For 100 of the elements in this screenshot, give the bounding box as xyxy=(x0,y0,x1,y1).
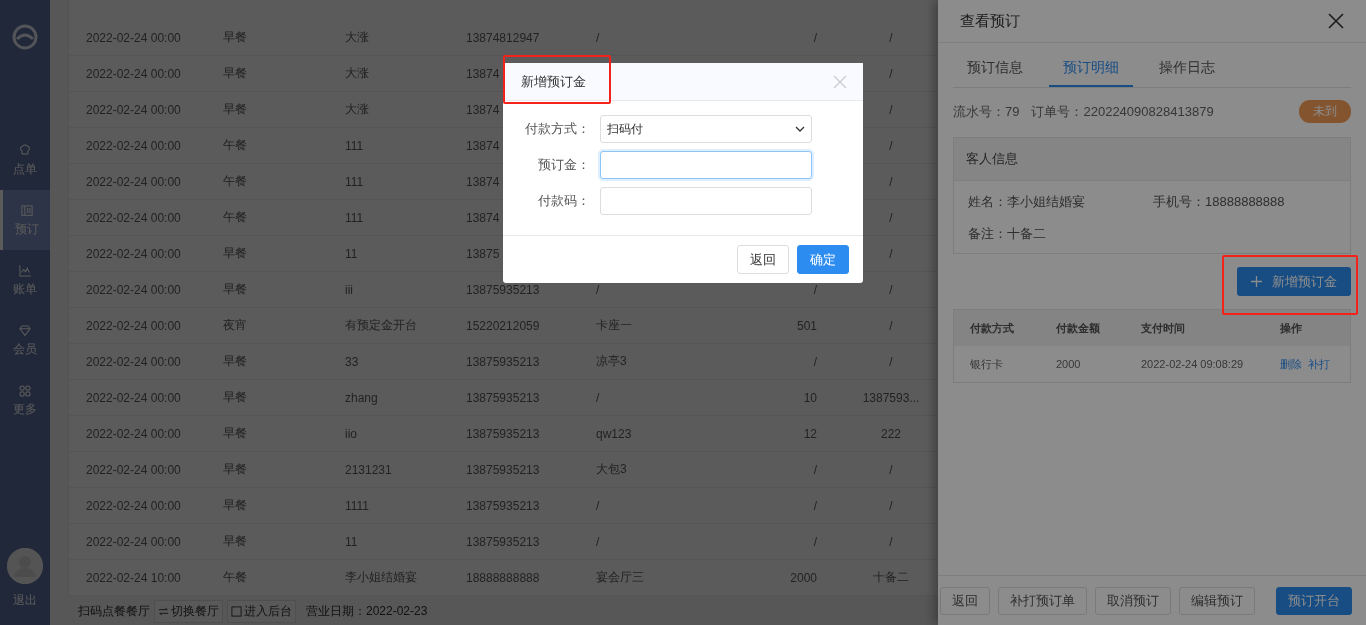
table-cell-text: 2022-02-24 00:00 xyxy=(85,174,182,189)
guest-phone: 手机号：18888888888 xyxy=(1153,193,1286,211)
plus-icon xyxy=(1251,276,1262,287)
table-cell-text: 13875935213 xyxy=(465,534,541,549)
tab[interactable]: 预订明细 xyxy=(1049,59,1133,87)
table-cell-text: 11 xyxy=(344,534,359,549)
table-cell-text: / xyxy=(812,534,818,549)
table-cell-text: 33 xyxy=(344,354,360,369)
table-cell-text: 2022-02-24 09:08:29 xyxy=(1141,358,1245,370)
add-deposit-button[interactable]: 新增预订金 xyxy=(1237,267,1351,296)
table-cell: / xyxy=(889,498,893,513)
field-label: 付款码： xyxy=(537,192,591,210)
book-icon xyxy=(18,202,35,219)
tab[interactable]: 预订信息 xyxy=(953,59,1037,87)
table-cell-text: 18888888888 xyxy=(465,570,541,585)
table-cell-text: / xyxy=(812,282,818,297)
table-cell-text: 2000 xyxy=(1056,358,1082,370)
column-header: 付款金额 xyxy=(1056,320,1101,336)
table-cell-text: 13874 xyxy=(465,102,501,117)
tab[interactable]: 操作日志 xyxy=(1145,59,1229,87)
column-header: 支付时间 xyxy=(1141,320,1186,336)
table-cell-text: 13874 xyxy=(465,210,501,225)
table-cell-text: 501 xyxy=(795,318,818,333)
avatar-icon[interactable] xyxy=(7,548,43,584)
table-cell-text: / xyxy=(812,354,818,369)
table-cell-text: 13874 xyxy=(465,174,501,189)
table-cell-text: / xyxy=(595,30,601,45)
admin-button[interactable]: 进入后台 xyxy=(227,600,296,623)
status-badge: 未到 xyxy=(1299,100,1351,123)
restaurant-name: 扫码点餐餐厅 xyxy=(78,603,150,620)
dialog-button[interactable]: 确定 xyxy=(797,245,849,274)
column-header: 操作 xyxy=(1280,320,1303,336)
table-cell-text: / xyxy=(595,390,601,405)
footer-button[interactable]: 编辑预订 xyxy=(1179,586,1255,615)
table-cell-text: 2022-02-24 00:00 xyxy=(85,30,182,45)
table-cell: / xyxy=(889,534,893,549)
action-link[interactable]: 删除 xyxy=(1280,356,1302,372)
table-cell-text: 2022-02-24 00:00 xyxy=(85,102,182,117)
switch-restaurant-button[interactable]: 切换餐厅 xyxy=(154,600,223,623)
table-cell-text: 10 xyxy=(802,390,818,405)
table-cell-text: 111 xyxy=(344,174,365,189)
swap-icon xyxy=(158,606,169,617)
square-icon xyxy=(231,606,242,617)
table-cell-text: / xyxy=(595,498,601,513)
input-field[interactable] xyxy=(600,151,812,179)
table-cell-text: 11 xyxy=(344,246,359,261)
dialog-title: 新增预订金 xyxy=(521,72,586,91)
close-icon[interactable] xyxy=(1328,13,1344,29)
table-cell: / xyxy=(889,354,893,369)
table-cell-text: 2022-02-24 00:00 xyxy=(85,318,182,333)
input-field[interactable] xyxy=(600,187,812,215)
table-cell-text: 2022-02-24 00:00 xyxy=(85,138,182,153)
field-label: 预订金： xyxy=(537,156,591,174)
table-cell-text: 13875935213 xyxy=(465,462,541,477)
table-cell-text: 2131231 xyxy=(344,462,393,477)
table-cell: / xyxy=(889,66,893,81)
table-cell: 222 xyxy=(881,426,901,441)
order-number: 订单号：220224090828413879 xyxy=(1031,102,1214,121)
grid-icon xyxy=(17,382,33,399)
drawer-title: 查看预订 xyxy=(960,11,1020,31)
table-cell-text: 13875 xyxy=(465,246,501,261)
table-cell-text: 13875935213 xyxy=(465,282,541,297)
table-cell-text: 111 xyxy=(344,138,365,153)
chevron-down-icon xyxy=(795,124,805,134)
table-cell-text: 111 xyxy=(344,210,365,225)
footer-button[interactable]: 预订开台 xyxy=(1276,586,1352,615)
table-cell-text: / xyxy=(595,282,601,297)
table-cell-text: 13874 xyxy=(465,66,501,81)
table-cell-text: iio xyxy=(344,426,358,441)
table-cell: 1387593... xyxy=(862,390,920,405)
footer-button[interactable]: 返回 xyxy=(940,586,990,615)
table-cell-text: zhang xyxy=(344,390,379,405)
table-cell-text: / xyxy=(812,462,818,477)
table-cell-text: / xyxy=(595,534,601,549)
table-cell-text: 12 xyxy=(802,426,818,441)
table-cell-text: 银行卡 xyxy=(970,356,1004,372)
table-cell: / xyxy=(889,318,893,333)
table-cell: / xyxy=(889,138,893,153)
table-cell-text: 2022-02-24 00:00 xyxy=(85,534,182,549)
dialog-button[interactable]: 返回 xyxy=(737,245,789,274)
table-cell-text: 13874 xyxy=(465,138,501,153)
action-link[interactable]: 补打 xyxy=(1308,356,1330,372)
guest-name: 姓名：李小姐结婚宴 xyxy=(968,193,1086,211)
guest-note: 备注：十备二 xyxy=(968,225,1047,243)
card-header: 客人信息 xyxy=(954,138,1350,181)
table-cell-text: 2022-02-24 00:00 xyxy=(85,282,182,297)
column-header: 付款方式 xyxy=(970,320,1015,336)
table-cell-text: 2022-02-24 00:00 xyxy=(85,66,182,81)
logo-icon xyxy=(12,24,38,50)
table-cell-text: 13875935213 xyxy=(465,426,541,441)
chart-icon xyxy=(17,262,33,279)
table-cell: / xyxy=(889,30,893,45)
table-cell-text: 2022-02-24 00:00 xyxy=(85,390,182,405)
table-cell-text: 2022-02-24 00:00 xyxy=(85,210,182,225)
payment-method-select[interactable]: 扫码付 xyxy=(600,115,812,143)
footer-button[interactable]: 补打预订单 xyxy=(998,586,1087,615)
table-cell-text: 15220212059 xyxy=(465,318,541,333)
footer-button[interactable]: 取消预订 xyxy=(1095,586,1171,615)
table-cell-text: 13874812947 xyxy=(465,30,541,45)
table-cell-text: / xyxy=(812,30,818,45)
